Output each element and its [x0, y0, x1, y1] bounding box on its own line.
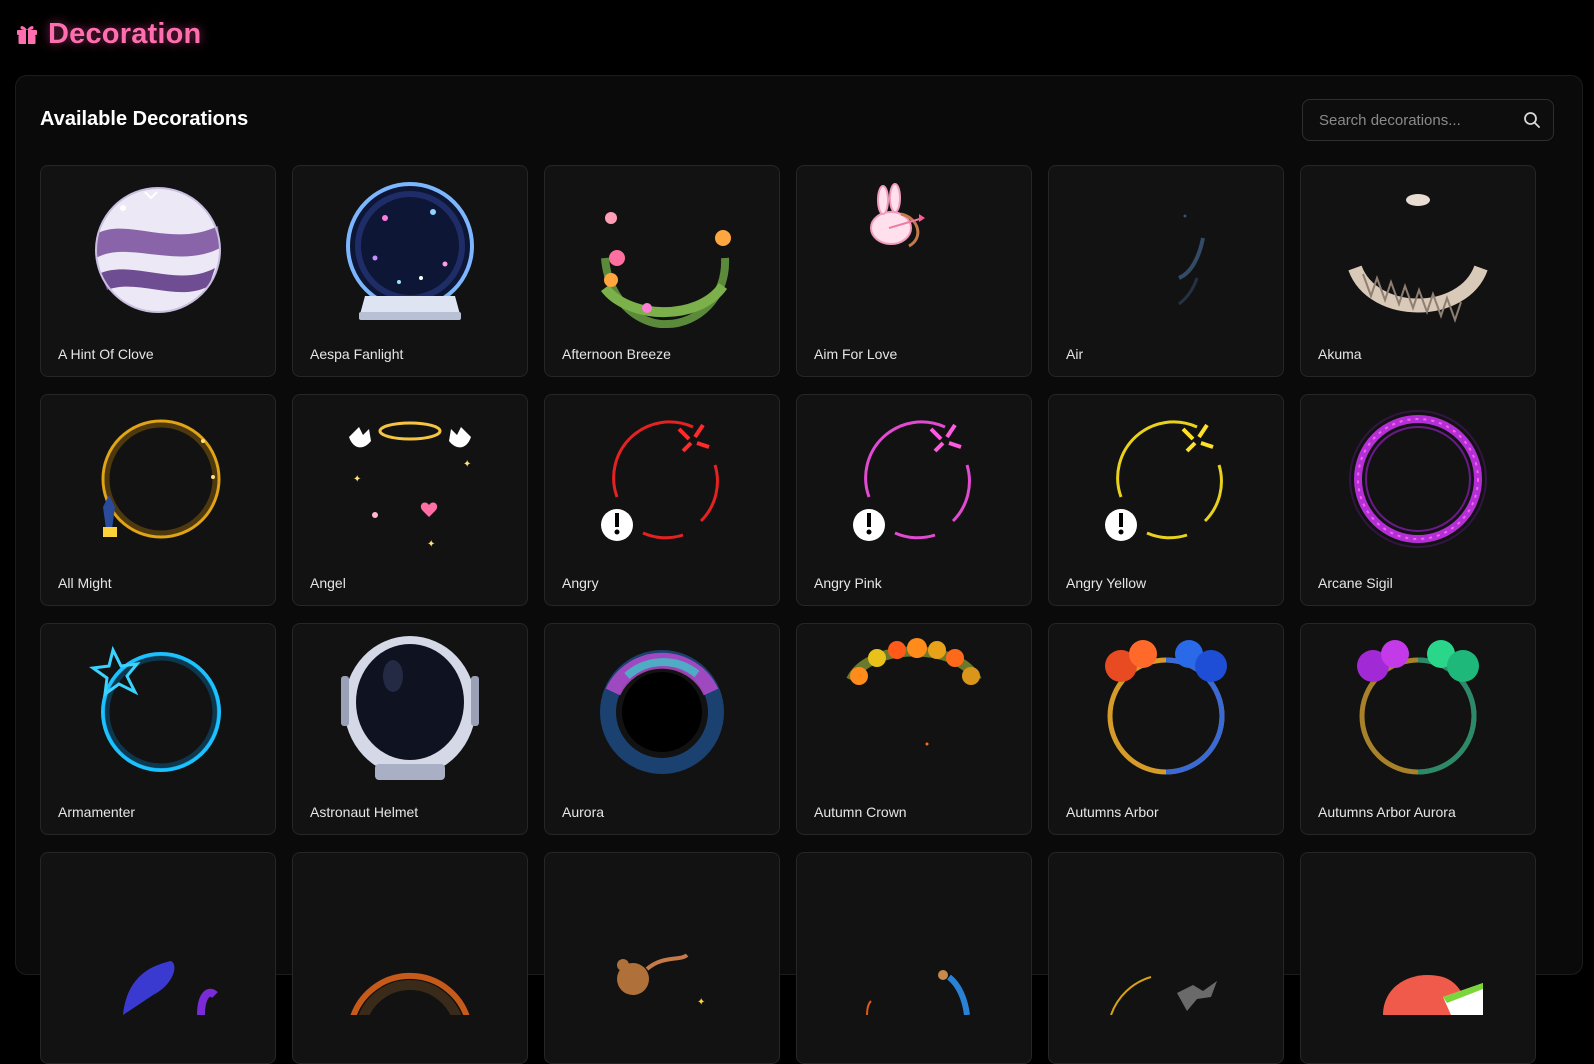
decoration-card[interactable]: ✦ — [544, 852, 780, 1064]
decoration-card[interactable] — [40, 852, 276, 1064]
cupid-bunny-decoration-preview — [870, 183, 925, 248]
decoration-card[interactable] — [1048, 852, 1284, 1064]
cyan-ring-decoration-preview — [89, 645, 221, 772]
sigil-ring-decoration-preview — [1349, 410, 1487, 548]
svg-text:✦: ✦ — [697, 997, 705, 1008]
decoration-name: Angel — [310, 575, 346, 591]
decoration-card[interactable]: Angry Pink — [796, 394, 1032, 606]
decoration-card[interactable]: Autumn Crown — [796, 623, 1032, 835]
partial-decoration-preview — [350, 972, 470, 1015]
orb-decoration-preview — [95, 187, 221, 313]
flower-decoration-preview — [600, 212, 731, 328]
decoration-name: Aurora — [562, 804, 605, 820]
decorations-panel: Available Decorations A Hint Of Clove — [15, 75, 1583, 1064]
partial-decoration-preview — [866, 970, 970, 1015]
decoration-card[interactable]: Akuma — [1300, 165, 1536, 377]
angry-yellow-decoration-preview — [1105, 420, 1223, 541]
decoration-card[interactable]: Arcane Sigil — [1300, 394, 1536, 606]
fang-decoration-preview — [1348, 194, 1488, 324]
decoration-card[interactable] — [1300, 852, 1536, 1064]
decoration-card[interactable]: Aurora — [544, 623, 780, 835]
page-header: Decoration — [14, 14, 201, 54]
decoration-card[interactable]: Autumns Arbor — [1048, 623, 1284, 835]
svg-text:✦: ✦ — [463, 459, 471, 470]
svg-text:✦: ✦ — [427, 539, 435, 550]
partial-decoration-preview — [1110, 976, 1217, 1015]
partial-decoration-preview — [1383, 974, 1483, 1015]
decoration-name: A Hint Of Clove — [58, 346, 154, 362]
decoration-card[interactable]: A Hint Of Clove — [40, 165, 276, 377]
snow-globe-decoration-preview — [346, 182, 474, 320]
decoration-card[interactable] — [796, 852, 1032, 1064]
decoration-name: Afternoon Breeze — [562, 346, 671, 362]
decoration-card[interactable]: Afternoon Breeze — [544, 165, 780, 377]
aurora-ring-decoration-preview — [600, 650, 724, 774]
decoration-card[interactable]: Air — [1048, 165, 1284, 377]
decoration-name: Air — [1066, 346, 1084, 362]
decoration-card[interactable]: ✦ ✦ ✦ Angel — [292, 394, 528, 606]
arbor-aurora-ring-decoration-preview — [1357, 640, 1479, 775]
decoration-name: Aespa Fanlight — [310, 346, 404, 362]
decoration-card[interactable]: Astronaut Helmet — [292, 623, 528, 835]
partial-decoration-preview — [123, 961, 218, 1015]
partial-decoration-preview: ✦ — [617, 953, 705, 1008]
angry-red-decoration-preview — [601, 420, 719, 541]
decoration-name: Armamenter — [58, 804, 136, 820]
arbor-ring-decoration-preview — [1105, 640, 1227, 775]
decoration-name: Autumns Arbor Aurora — [1318, 804, 1456, 820]
decoration-name: Angry Yellow — [1066, 575, 1147, 591]
decoration-grid: A Hint Of Clove Aespa Fanlight Afternoon… — [40, 165, 1536, 1064]
gift-icon — [14, 21, 40, 47]
decoration-name: Autumn Crown — [814, 804, 907, 820]
page-title: Decoration — [48, 17, 202, 50]
decoration-card[interactable]: Armamenter — [40, 623, 276, 835]
angry-pink-decoration-preview — [853, 420, 971, 541]
decoration-name: Aim For Love — [814, 346, 898, 362]
svg-text:✦: ✦ — [353, 474, 361, 485]
decoration-name: Autumns Arbor — [1066, 804, 1159, 820]
search-box[interactable] — [1302, 99, 1554, 141]
decoration-name: Angry — [562, 575, 599, 591]
decoration-card[interactable]: Angry Yellow — [1048, 394, 1284, 606]
decoration-name: Angry Pink — [814, 575, 882, 591]
panel-title: Available Decorations — [40, 108, 249, 130]
search-icon[interactable] — [1523, 111, 1541, 129]
search-input[interactable] — [1319, 111, 1523, 129]
decoration-card[interactable]: Angry — [544, 394, 780, 606]
flower-crown-decoration-preview — [846, 638, 982, 746]
decoration-name: All Might — [58, 575, 112, 591]
decoration-card[interactable] — [292, 852, 528, 1064]
decoration-name: Arcane Sigil — [1318, 575, 1393, 591]
air-decoration-preview — [1178, 214, 1205, 306]
decoration-card[interactable]: Aespa Fanlight — [292, 165, 528, 377]
gold-ring-decoration-preview — [101, 419, 221, 539]
helmet-decoration-preview — [341, 636, 479, 780]
decoration-name: Astronaut Helmet — [310, 804, 419, 820]
decoration-card[interactable]: Autumns Arbor Aurora — [1300, 623, 1536, 835]
decoration-name: Akuma — [1318, 346, 1362, 362]
halo-wings-decoration-preview: ✦ ✦ ✦ — [349, 421, 471, 550]
decoration-card[interactable]: Aim For Love — [796, 165, 1032, 377]
decoration-card[interactable]: All Might — [40, 394, 276, 606]
